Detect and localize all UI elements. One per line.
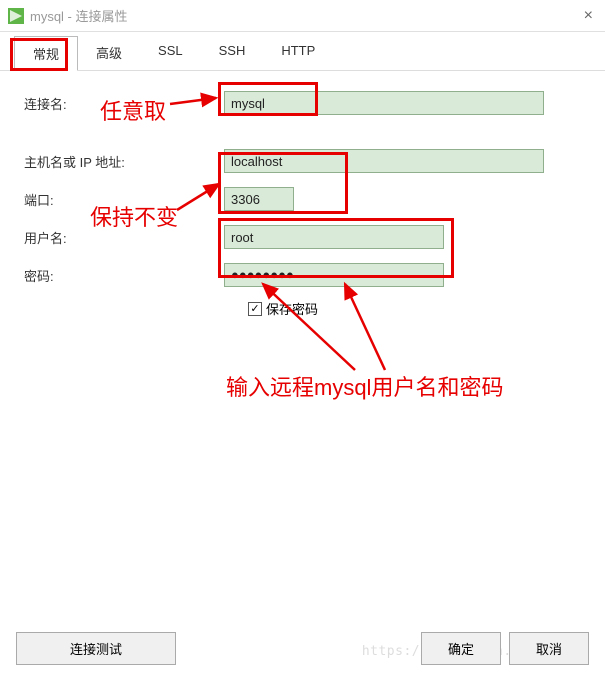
- tab-http[interactable]: HTTP: [263, 36, 333, 70]
- button-bar: 连接测试 确定 取消: [16, 632, 589, 665]
- label-username: 用户名:: [24, 228, 224, 247]
- conn-name-input[interactable]: [224, 91, 544, 115]
- label-conn-name: 连接名:: [24, 94, 224, 113]
- label-password: 密码:: [24, 266, 224, 285]
- host-input[interactable]: [224, 149, 544, 173]
- tab-ssl[interactable]: SSL: [140, 36, 201, 70]
- annotation-text-remote: 输入远程mysql用户名和密码: [226, 370, 503, 402]
- save-password-checkbox[interactable]: ✓: [248, 302, 262, 316]
- form-panel: 连接名: 主机名或 IP 地址: 端口: 用户名: 密码: ●●●●●●●● ✓…: [0, 71, 605, 336]
- title-bar: mysql - 连接属性 ×: [0, 0, 605, 32]
- label-port: 端口:: [24, 190, 224, 209]
- ok-button[interactable]: 确定: [421, 632, 501, 665]
- port-input[interactable]: [224, 187, 294, 211]
- tab-ssh[interactable]: SSH: [201, 36, 264, 70]
- cancel-button[interactable]: 取消: [509, 632, 589, 665]
- window-title: mysql - 连接属性: [30, 6, 580, 25]
- label-host: 主机名或 IP 地址:: [24, 152, 224, 171]
- test-connection-button[interactable]: 连接测试: [16, 632, 176, 665]
- username-input[interactable]: [224, 225, 444, 249]
- app-icon: [8, 8, 24, 24]
- password-input[interactable]: ●●●●●●●●: [224, 263, 444, 287]
- tab-advanced[interactable]: 高级: [78, 36, 140, 70]
- tab-general[interactable]: 常规: [14, 36, 78, 71]
- tab-bar: 常规 高级 SSL SSH HTTP: [0, 36, 605, 71]
- label-save-password: 保存密码: [266, 299, 318, 318]
- close-icon[interactable]: ×: [580, 7, 597, 25]
